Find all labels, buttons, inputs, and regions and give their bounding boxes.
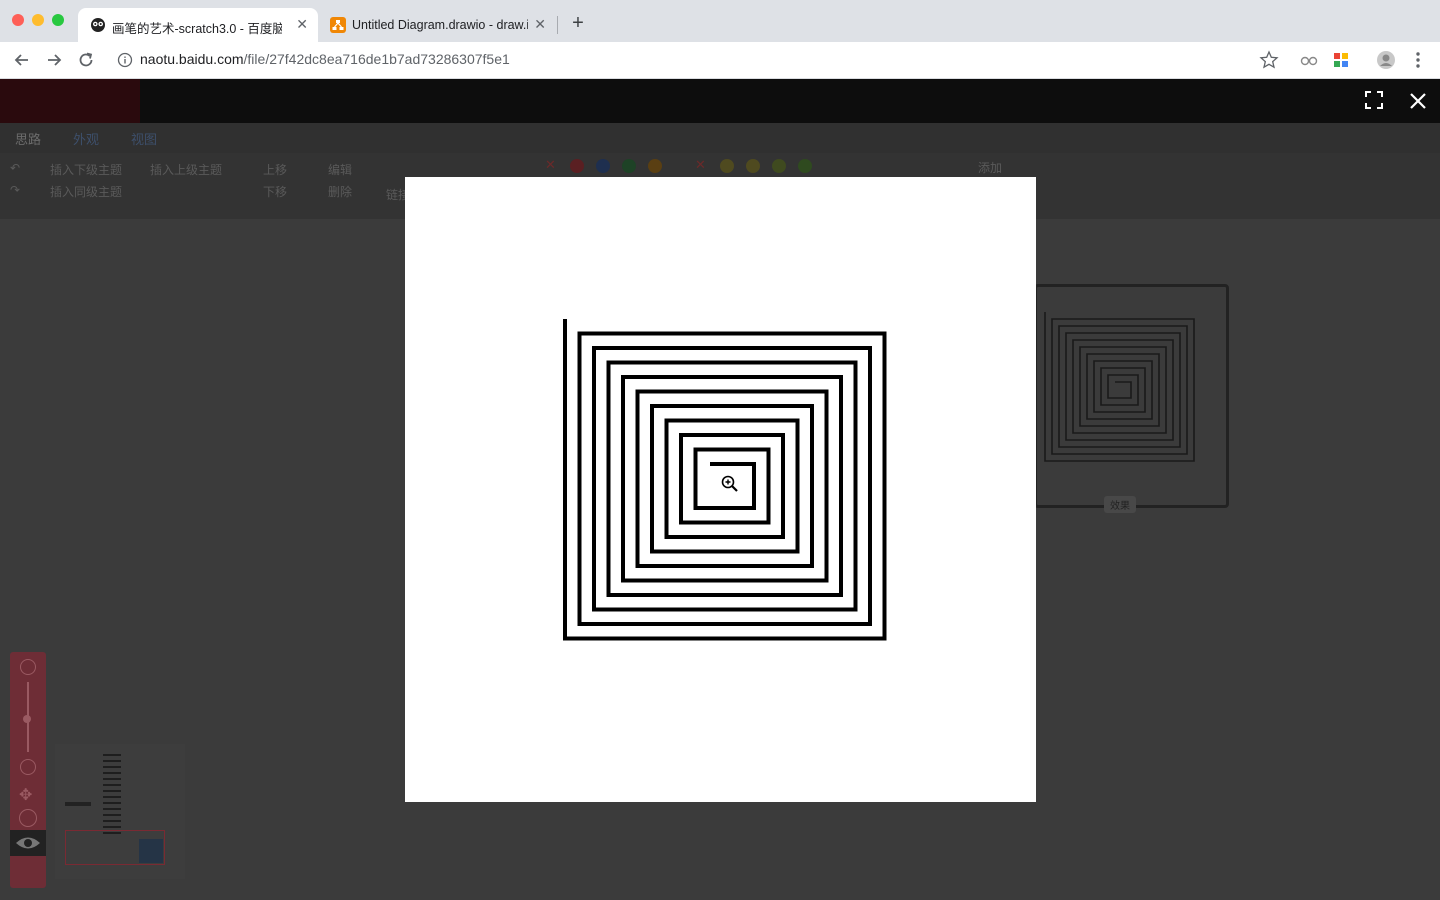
forward-icon[interactable] xyxy=(43,49,65,71)
tab-drawio[interactable]: Untitled Diagram.drawio - draw.io ✕ xyxy=(318,8,556,42)
navigator-toggle[interactable] xyxy=(10,830,46,856)
insert-child-button[interactable]: 插入下级主题 xyxy=(50,161,122,178)
locate-root-icon[interactable] xyxy=(19,809,37,827)
priority-3-icon[interactable] xyxy=(622,159,636,173)
tab-naotu[interactable]: 画笔的艺术-scratch3.0 - 百度脑图 ✕ xyxy=(78,8,318,42)
ribbon-tab-view[interactable]: 视图 xyxy=(131,129,157,148)
insert-sibling-button[interactable]: 插入同级主题 xyxy=(50,183,122,200)
tab-title: 画笔的艺术-scratch3.0 - 百度脑图 xyxy=(112,22,282,36)
eye-icon xyxy=(16,837,40,849)
ribbon-tab-appearance[interactable]: 外观 xyxy=(73,129,99,148)
url-path: /file/27f42dc8ea716de1b7ad73286307f5e1 xyxy=(243,51,510,67)
progress-0-icon[interactable] xyxy=(720,159,734,173)
zoom-panel: ✥ xyxy=(10,652,46,888)
add-tag-button[interactable]: 添加 xyxy=(978,159,1002,176)
browser-menu-icon[interactable] xyxy=(1410,50,1426,70)
priority-4-icon[interactable] xyxy=(648,159,662,173)
remove-priority-icon[interactable]: ✕ xyxy=(545,157,556,173)
edit-button[interactable]: 编辑 xyxy=(328,161,352,178)
maximize-window-button[interactable] xyxy=(52,14,64,26)
mini-spiral-path xyxy=(1044,312,1195,462)
zoom-out-button[interactable] xyxy=(20,759,36,775)
site-info-icon[interactable] xyxy=(117,52,133,68)
browser-toolbar: naotu.baidu.com/file/27f42dc8ea716de1b7a… xyxy=(0,42,1440,79)
zoom-in-cursor-icon xyxy=(721,475,739,493)
minimap-nodes xyxy=(103,754,121,834)
navigator-minimap[interactable] xyxy=(55,744,185,879)
app-logo-area xyxy=(0,79,140,123)
extension-color-icon[interactable] xyxy=(1332,51,1350,69)
tab-title: Untitled Diagram.drawio - draw.io xyxy=(352,18,528,32)
profile-avatar-icon[interactable] xyxy=(1376,50,1396,70)
remove-progress-icon[interactable]: ✕ xyxy=(695,157,706,173)
lightbox-image[interactable] xyxy=(405,177,1036,802)
progress-1-icon[interactable] xyxy=(746,159,760,173)
priority-1-icon[interactable] xyxy=(570,159,584,173)
tab-divider xyxy=(557,16,558,34)
ribbon-tabs: 思路 外观 视图 xyxy=(0,123,1440,153)
undo-icon[interactable]: ↶ xyxy=(10,161,20,175)
priority-2-icon[interactable] xyxy=(596,159,610,173)
minimize-window-button[interactable] xyxy=(32,14,44,26)
baidu-naotu-favicon-icon xyxy=(90,17,106,33)
tab-close-icon[interactable]: ✕ xyxy=(296,16,308,32)
minimap-root xyxy=(65,802,91,806)
browser-tab-bar: 画笔的艺术-scratch3.0 - 百度脑图 ✕ Untitled Diagr… xyxy=(0,0,1440,42)
redo-icon[interactable]: ↷ xyxy=(10,183,20,197)
ribbon-tab-idea[interactable]: 思路 xyxy=(15,129,41,148)
app-header xyxy=(0,79,1440,123)
node-label: 效果 xyxy=(1104,496,1136,513)
move-down-button[interactable]: 下移 xyxy=(263,183,287,200)
move-up-button[interactable]: 上移 xyxy=(263,161,287,178)
progress-3-icon[interactable] xyxy=(798,159,812,173)
close-icon[interactable] xyxy=(1408,91,1428,111)
extension-glasses-icon[interactable] xyxy=(1300,51,1318,69)
close-window-button[interactable] xyxy=(12,14,24,26)
zoom-in-button[interactable] xyxy=(20,659,36,675)
new-tab-button[interactable]: + xyxy=(568,11,588,35)
node-image-preview[interactable] xyxy=(1034,284,1229,508)
mini-spiral-graphic xyxy=(1044,312,1195,462)
reload-icon[interactable] xyxy=(75,49,97,71)
back-icon[interactable] xyxy=(11,49,33,71)
tab-close-icon[interactable]: ✕ xyxy=(534,16,546,32)
zoom-slider-handle[interactable] xyxy=(23,715,31,723)
progress-2-icon[interactable] xyxy=(772,159,786,173)
watermark-text: ——机器人工作室 xyxy=(1028,53,1221,78)
move-canvas-icon[interactable]: ✥ xyxy=(19,785,32,805)
fullscreen-icon[interactable] xyxy=(1364,90,1384,110)
drawio-favicon-icon xyxy=(330,17,346,33)
address-bar[interactable]: naotu.baidu.com/file/27f42dc8ea716de1b7a… xyxy=(140,51,510,67)
bookmark-star-icon[interactable] xyxy=(1259,50,1279,70)
minimap-current xyxy=(139,839,163,863)
url-host: naotu.baidu.com xyxy=(140,51,244,67)
insert-parent-button[interactable]: 插入上级主题 xyxy=(150,161,222,178)
delete-button[interactable]: 删除 xyxy=(328,183,352,200)
